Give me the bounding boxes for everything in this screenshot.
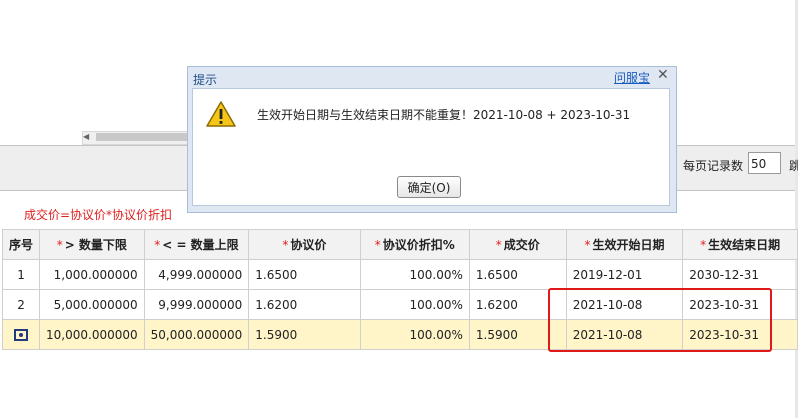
scrollbar-thumb[interactable] <box>96 133 192 141</box>
table-row[interactable]: 1 1,000.000000 4,999.000000 1.6500 100.0… <box>1 259 798 290</box>
header-deal-price: * 成交价 <box>468 229 567 260</box>
header-max-qty: * < = 数量上限 <box>143 229 250 260</box>
jump-label: 跳 <box>789 159 798 173</box>
cell-agreed-price[interactable]: 1.6500 <box>248 259 361 290</box>
header-start-date: * 生效开始日期 <box>565 229 684 260</box>
cell-min-qty[interactable]: 10,000.000000 <box>39 319 145 350</box>
formula-note: 成交价=协议价*协议价折扣 <box>24 208 173 222</box>
cell-index[interactable] <box>1 319 41 350</box>
ok-button[interactable]: 确定(O) <box>397 176 461 198</box>
header-agreed-price: * 协议价 <box>248 229 361 260</box>
cell-index: 2 <box>1 289 41 320</box>
cell-max-qty[interactable]: 4,999.000000 <box>143 259 250 290</box>
row-edit-icon[interactable] <box>14 329 28 341</box>
scroll-left-arrow-icon[interactable]: ◀ <box>83 132 93 142</box>
cell-discount[interactable]: 100.00% <box>359 289 470 320</box>
date-highlight-box <box>548 288 772 352</box>
dialog-message: 生效开始日期与生效结束日期不能重复！2021-10-08 + 2023-10-3… <box>257 108 631 122</box>
help-link[interactable]: 问服宝 <box>614 69 650 86</box>
per-page-label: 每页记录数 <box>683 159 744 173</box>
cell-agreed-price[interactable]: 1.5900 <box>248 319 361 350</box>
dialog-title: 提示 <box>193 73 218 87</box>
header-min-qty: * > 数量下限 <box>39 229 145 260</box>
per-page-input[interactable]: 50 <box>748 152 781 174</box>
cell-end-date[interactable]: 2030-12-31 <box>682 259 798 290</box>
header-end-date: * 生效结束日期 <box>682 229 798 260</box>
cell-discount[interactable]: 100.00% <box>359 319 470 350</box>
cell-index: 1 <box>1 259 41 290</box>
header-index: 序号 <box>1 229 41 260</box>
cell-max-qty[interactable]: 50,000.000000 <box>143 319 250 350</box>
cell-max-qty[interactable]: 9,999.000000 <box>143 289 250 320</box>
table-header-row: 序号 * > 数量下限 * < = 数量上限 * 协议价 * 协议价折扣% * 成交价 *… <box>1 229 798 260</box>
warning-icon <box>206 101 236 127</box>
cell-min-qty[interactable]: 5,000.000000 <box>39 289 145 320</box>
cell-deal-price: 1.6500 <box>468 259 567 290</box>
cell-agreed-price[interactable]: 1.6200 <box>248 289 361 320</box>
close-icon[interactable]: ✕ <box>657 67 669 83</box>
cell-discount[interactable]: 100.00% <box>359 259 470 290</box>
cell-start-date[interactable]: 2019-12-01 <box>565 259 684 290</box>
header-discount: * 协议价折扣% <box>359 229 470 260</box>
cell-min-qty[interactable]: 1,000.000000 <box>39 259 145 290</box>
